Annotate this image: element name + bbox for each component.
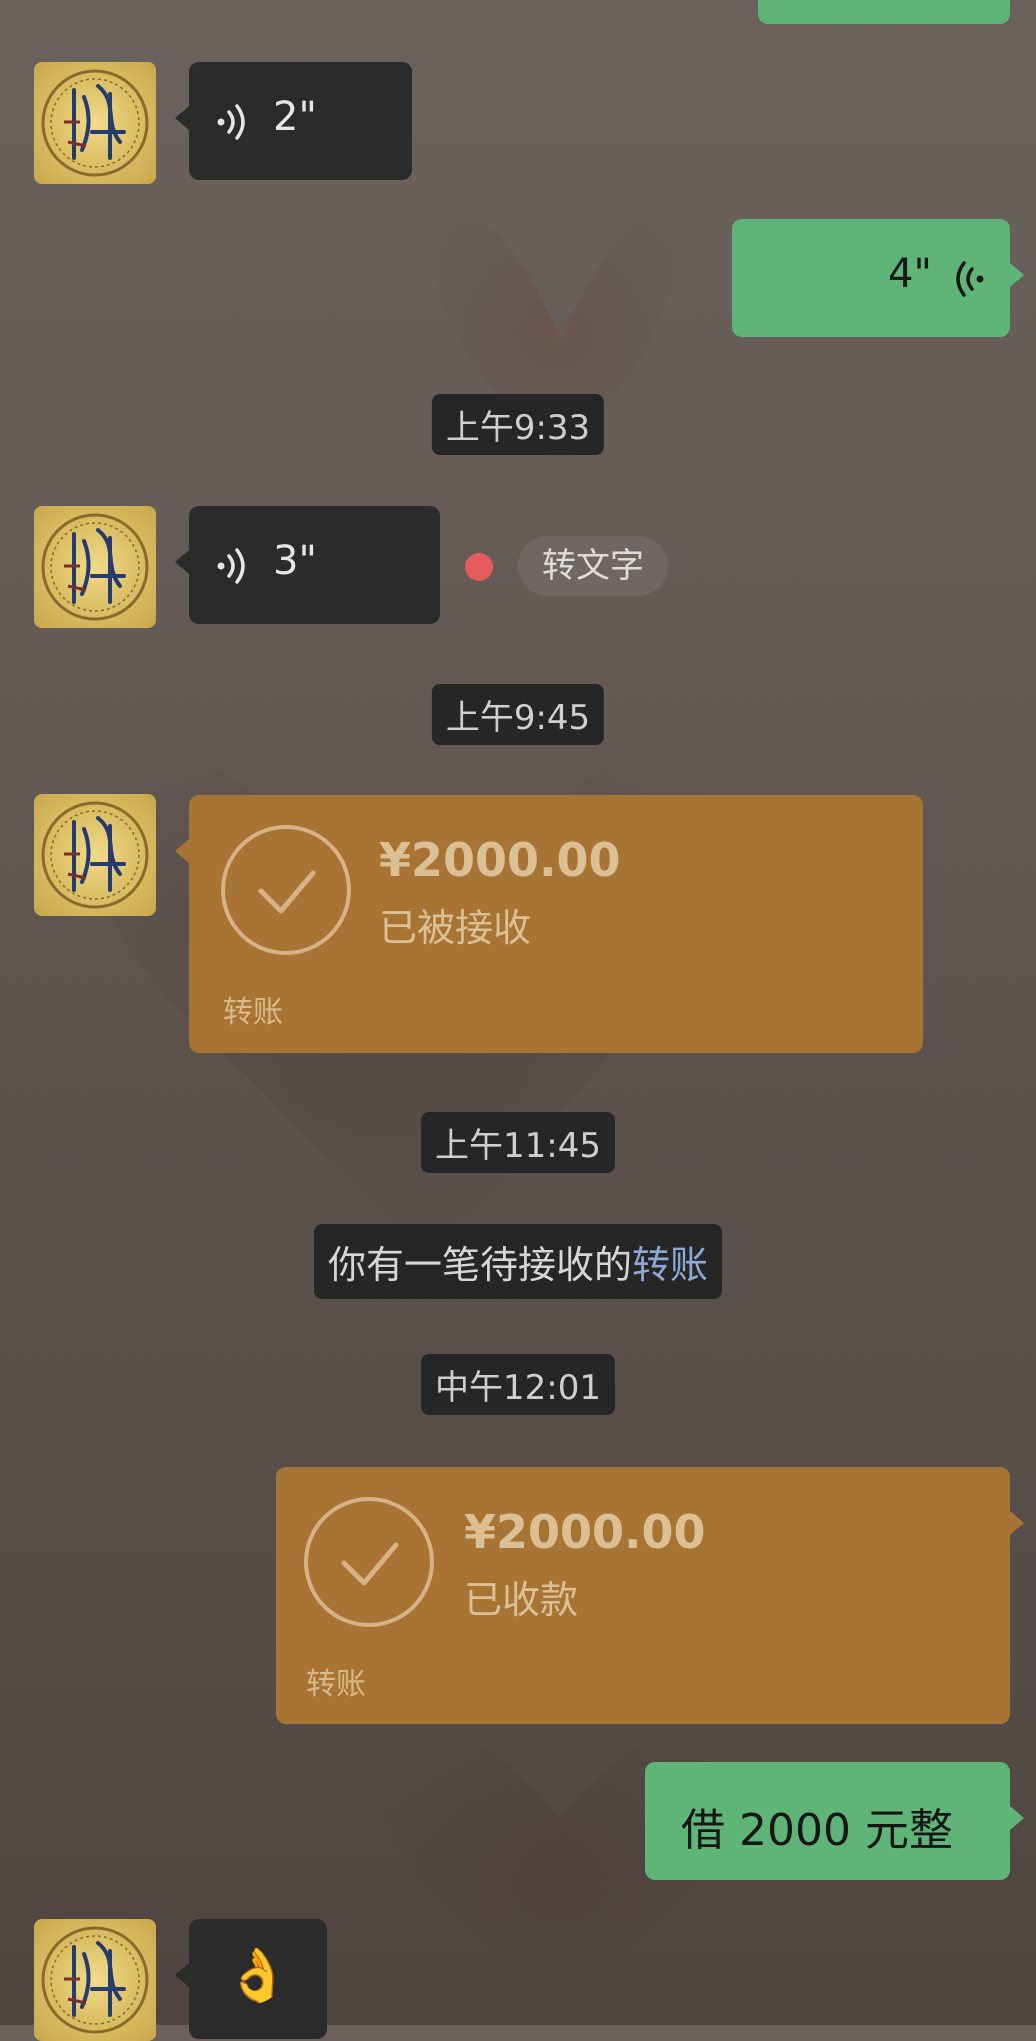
voice-wave-icon (956, 261, 984, 297)
unread-dot (465, 553, 493, 581)
ok-hand-emoji: 👌 (225, 1946, 290, 2006)
check-circle-icon (304, 1497, 434, 1627)
voice-duration: 2" (273, 94, 317, 140)
transcribe-button[interactable]: 转文字 (518, 536, 668, 596)
voice-message-sent[interactable]: 4" (732, 219, 1024, 337)
transfer-label: 转账 (223, 995, 283, 1030)
timestamp: 中午12:01 (421, 1354, 615, 1415)
transfer-status: 已收款 (464, 1578, 579, 1622)
avatar[interactable] (34, 794, 156, 916)
voice-wave-icon (217, 548, 245, 584)
avatar[interactable] (34, 1919, 156, 2041)
avatar[interactable] (34, 506, 156, 628)
notice-text: 你有一笔待接收的 (327, 1243, 632, 1287)
message-text: 借 2000 元整 (681, 1805, 953, 1856)
voice-wave-icon (217, 104, 245, 140)
voice-duration: 3" (273, 538, 317, 584)
transfer-label: 转账 (306, 1667, 366, 1702)
partial-sent-bubble[interactable] (758, 0, 1010, 24)
seal-logo-icon (41, 513, 149, 621)
system-notice: 你有一笔待接收的转账 (313, 1224, 723, 1299)
transfer-status: 已被接收 (379, 906, 532, 950)
voice-duration: 4" (888, 251, 932, 297)
timestamp: 上午9:33 (431, 394, 605, 455)
voice-message-received[interactable]: 2" (175, 62, 412, 180)
seal-logo-icon (41, 1926, 149, 2034)
transfer-card-received[interactable]: ¥2000.00 已被接收 转账 (175, 795, 923, 1053)
transfer-amount: ¥2000.00 (379, 833, 621, 887)
transfer-amount: ¥2000.00 (464, 1505, 706, 1559)
transfer-link[interactable]: 转账 (632, 1243, 708, 1287)
check-circle-icon (221, 825, 351, 955)
text-message-sent[interactable]: 借 2000 元整 (645, 1762, 1024, 1880)
avatar[interactable] (34, 62, 156, 184)
timestamp: 上午9:45 (431, 684, 605, 745)
timestamp: 上午11:45 (421, 1112, 615, 1173)
emoji-message-received[interactable]: 👌 (175, 1919, 327, 2039)
seal-logo-icon (41, 801, 149, 909)
voice-message-received[interactable]: 3" (175, 506, 440, 624)
seal-logo-icon (41, 69, 149, 177)
transfer-card-sent[interactable]: ¥2000.00 已收款 转账 (276, 1467, 1024, 1724)
